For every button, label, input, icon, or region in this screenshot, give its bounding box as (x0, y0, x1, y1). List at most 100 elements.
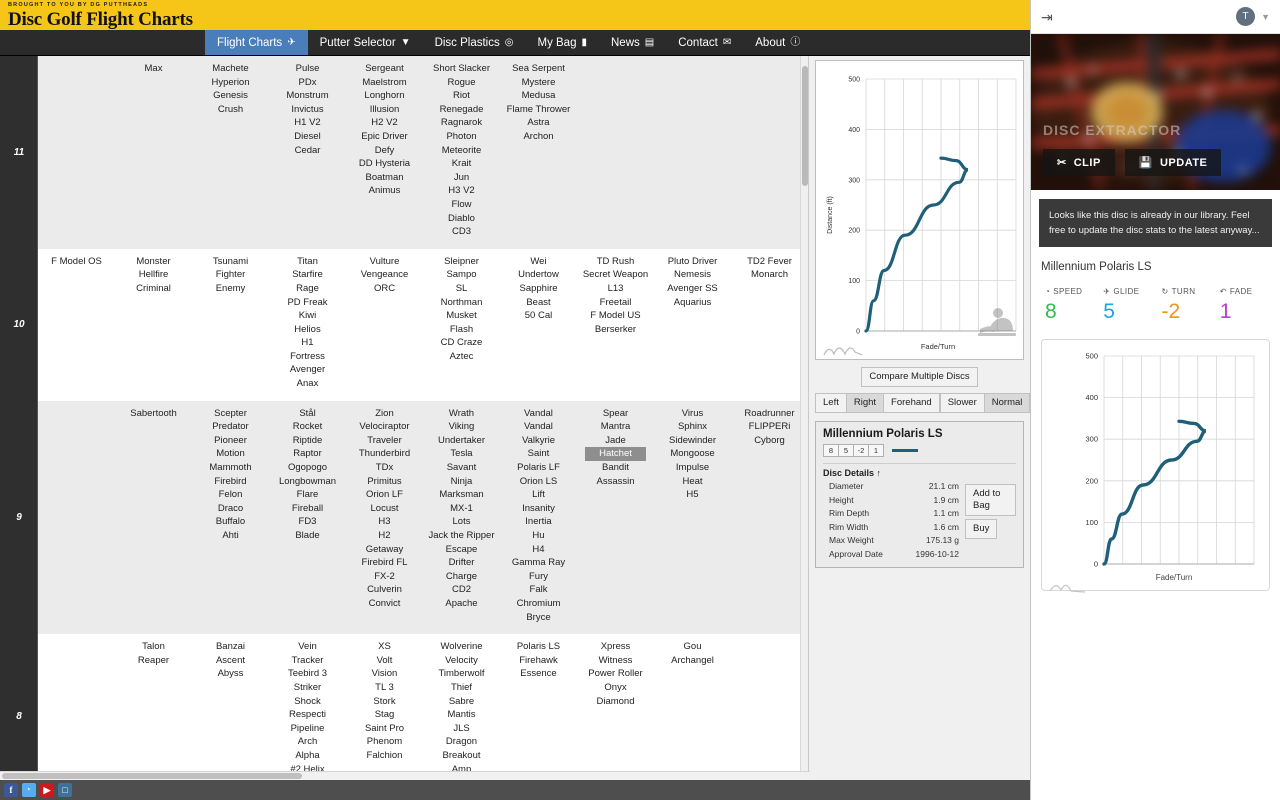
disc-link[interactable]: Lift (502, 488, 575, 502)
disc-link[interactable]: Viking (425, 420, 498, 434)
disc-link[interactable]: Scepter (194, 407, 267, 421)
disc-link[interactable]: Banzai (194, 640, 267, 654)
disc-link[interactable]: Heat (656, 475, 729, 489)
disc-link[interactable]: Alpha (271, 749, 344, 763)
disc-link[interactable]: Volt (348, 654, 421, 668)
disc-link[interactable]: Breakout (425, 749, 498, 763)
disc-link[interactable]: Invictus (271, 103, 344, 117)
disc-link[interactable]: Photon (425, 130, 498, 144)
disc-link[interactable]: Vandal (502, 407, 575, 421)
disc-link[interactable]: Avenger SS (656, 282, 729, 296)
disc-link[interactable]: Virus (656, 407, 729, 421)
disc-link[interactable]: Diablo (425, 212, 498, 226)
disc-link[interactable]: Spear (579, 407, 652, 421)
disc-link[interactable]: Vandal (502, 420, 575, 434)
disc-link[interactable]: Escape (425, 543, 498, 557)
disc-link[interactable]: Musket (425, 309, 498, 323)
instagram-icon[interactable]: □ (58, 783, 72, 797)
disc-link[interactable]: Fighter (194, 268, 267, 282)
nav-item-flight-charts[interactable]: Flight Charts ✈ (205, 30, 308, 55)
disc-link[interactable]: Boatman (348, 171, 421, 185)
disc-link[interactable]: Secret Weapon (579, 268, 652, 282)
disc-link[interactable]: Roadrunner (733, 407, 806, 421)
disc-link[interactable]: Charge (425, 570, 498, 584)
mini-flight-thumbnail-icon[interactable] (822, 341, 866, 357)
disc-link[interactable]: Rogue (425, 76, 498, 90)
disc-link[interactable]: Impulse (656, 461, 729, 475)
disc-link[interactable]: Arch (271, 735, 344, 749)
disc-link[interactable]: Flash (425, 323, 498, 337)
disc-link[interactable]: Mammoth (194, 461, 267, 475)
nav-item-news[interactable]: News ▤ (599, 30, 666, 55)
compare-multiple-discs-button[interactable]: Compare Multiple Discs (861, 367, 978, 387)
disc-link[interactable]: Raptor (271, 447, 344, 461)
disc-link[interactable]: Saint (502, 447, 575, 461)
disc-link[interactable]: Monarch (733, 268, 806, 282)
disc-link[interactable]: Bryce (502, 611, 575, 625)
speed-option-slower[interactable]: Slower (939, 393, 984, 413)
disc-link[interactable]: Machete (194, 62, 267, 76)
disc-link[interactable]: JLS (425, 722, 498, 736)
disc-link[interactable]: CD Craze (425, 336, 498, 350)
disc-link[interactable]: Tracker (271, 654, 344, 668)
disc-link[interactable]: Monstrum (271, 89, 344, 103)
disc-link[interactable]: Ascent (194, 654, 267, 668)
disc-link[interactable]: Phenom (348, 735, 421, 749)
disc-link[interactable]: Teebird 3 (271, 667, 344, 681)
disc-link[interactable]: Renegade (425, 103, 498, 117)
disc-link[interactable]: Ahti (194, 529, 267, 543)
disc-link[interactable]: Fury (502, 570, 575, 584)
disc-link[interactable]: H1 (271, 336, 344, 350)
disc-link[interactable]: F Model US (579, 309, 652, 323)
facebook-icon[interactable]: f (4, 783, 18, 797)
disc-link[interactable]: H2 (348, 529, 421, 543)
disc-link[interactable]: Vein (271, 640, 344, 654)
disc-link[interactable]: TD2 Fever (733, 255, 806, 269)
disc-link[interactable]: Mantra (579, 420, 652, 434)
disc-link[interactable]: Illusion (348, 103, 421, 117)
disc-link[interactable]: Felon (194, 488, 267, 502)
disc-link[interactable]: Bandit (579, 461, 652, 475)
disc-link[interactable]: Undertow (502, 268, 575, 282)
disc-link[interactable]: Thunderbird (348, 447, 421, 461)
disc-link[interactable]: Maelstrom (348, 76, 421, 90)
disc-link[interactable]: Sampo (425, 268, 498, 282)
disc-link[interactable]: Sabre (425, 695, 498, 709)
disc-link[interactable]: Insanity (502, 502, 575, 516)
update-button[interactable]: 💾 UPDATE (1124, 149, 1222, 176)
disc-link[interactable]: Titan (271, 255, 344, 269)
disc-link[interactable]: Respecti (271, 708, 344, 722)
disc-link[interactable]: Apache (425, 597, 498, 611)
disc-link[interactable]: Sidewinder (656, 434, 729, 448)
disc-link[interactable]: Onyx (579, 681, 652, 695)
disc-link[interactable]: Firebird (194, 475, 267, 489)
disc-link[interactable]: Pioneer (194, 434, 267, 448)
disc-link[interactable]: Lots (425, 515, 498, 529)
disc-link[interactable]: PDx (271, 76, 344, 90)
disc-link[interactable]: Cyborg (733, 434, 806, 448)
disc-link[interactable]: Mantis (425, 708, 498, 722)
disc-link[interactable]: Jade (579, 434, 652, 448)
disc-link[interactable]: Blade (271, 529, 344, 543)
disc-link[interactable]: H2 V2 (348, 116, 421, 130)
disc-link[interactable]: Medusa (502, 89, 575, 103)
disc-link[interactable]: Riot (425, 89, 498, 103)
disc-link[interactable]: Vengeance (348, 268, 421, 282)
disc-link[interactable]: Animus (348, 184, 421, 198)
disc-link[interactable]: Stag (348, 708, 421, 722)
disc-link[interactable]: Traveler (348, 434, 421, 448)
disc-link[interactable]: Krait (425, 157, 498, 171)
disc-link[interactable]: Buffalo (194, 515, 267, 529)
disc-link[interactable]: Jun (425, 171, 498, 185)
disc-link[interactable]: CD3 (425, 225, 498, 239)
disc-link[interactable]: Firehawk (502, 654, 575, 668)
disc-link[interactable]: Rage (271, 282, 344, 296)
disc-link[interactable]: Falk (502, 583, 575, 597)
disc-link[interactable]: Meteorite (425, 144, 498, 158)
disc-link[interactable]: Marksman (425, 488, 498, 502)
disc-link[interactable]: Crush (194, 103, 267, 117)
disc-link[interactable]: MX-1 (425, 502, 498, 516)
disc-link[interactable]: Hyperion (194, 76, 267, 90)
disc-link[interactable]: Kiwi (271, 309, 344, 323)
chevron-down-icon[interactable]: ▼ (1261, 12, 1270, 22)
